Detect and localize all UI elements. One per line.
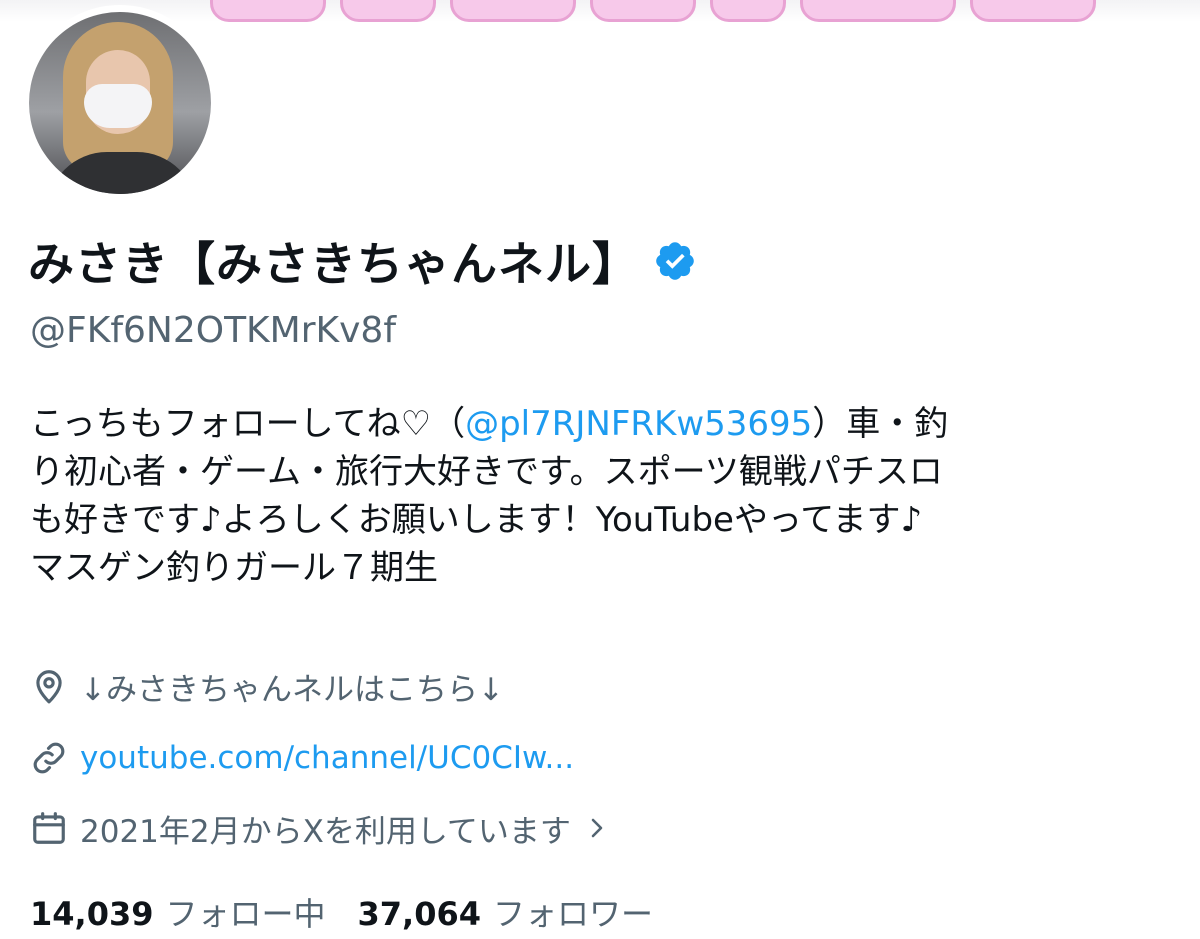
followers-label: フォロワー <box>492 895 653 933</box>
bio-line: こっちもフォローしてね♡（@pl7RJNFRKw53695）車・釣 <box>30 400 1180 448</box>
bio-line: も好きです♪よろしくお願いします！YouTubeやってます♪ <box>30 500 923 540</box>
location-text: ↓みさきちゃんネルはこちら↓ <box>80 671 504 708</box>
link-icon <box>33 742 65 774</box>
bio-text: ）車・釣 <box>812 404 949 444</box>
chevron-right-icon <box>591 818 603 838</box>
following-count: 14,039 <box>30 895 154 933</box>
follow-stats: 14,039 フォロー中 37,064 フォロワー <box>30 888 653 936</box>
followers-count: 37,064 <box>357 895 481 933</box>
bio: こっちもフォローしてね♡（@pl7RJNFRKw53695）車・釣 り初心者・ゲ… <box>30 400 1180 592</box>
website-row: youtube.com/channel/UC0CIw... <box>30 736 574 780</box>
joined-text: 2021年2月からXを利用しています <box>80 813 571 850</box>
joined-row[interactable]: 2021年2月からXを利用しています <box>30 806 609 850</box>
avatar-photo <box>29 12 211 194</box>
following-stat[interactable]: 14,039 フォロー中 <box>30 889 326 935</box>
bio-text: こっちもフォローしてね♡（ <box>30 404 466 444</box>
handle: @FKf6N2OTKMrKv8f <box>30 310 397 351</box>
calendar-icon <box>33 812 65 844</box>
bio-line: マスゲン釣りガール７期生 <box>30 548 438 588</box>
bio-mention-link[interactable]: @pl7RJNFRKw53695 <box>465 404 812 444</box>
profile-banner[interactable] <box>0 0 1200 22</box>
verified-badge-icon[interactable] <box>653 239 697 283</box>
display-name: みさき【みさきちゃんネル】 <box>28 237 639 291</box>
website-link[interactable]: youtube.com/channel/UC0CIw... <box>80 740 574 776</box>
following-label: フォロー中 <box>165 895 326 933</box>
bio-line: り初心者・ゲーム・旅行大好きです。スポーツ観戦パチスロ <box>30 452 943 492</box>
avatar[interactable] <box>22 5 218 201</box>
location-row: ↓みさきちゃんネルはこちら↓ <box>30 664 504 708</box>
location-pin-icon <box>36 670 62 704</box>
name-row: みさき【みさきちゃんネル】 <box>28 230 697 292</box>
followers-stat[interactable]: 37,064 フォロワー <box>358 889 654 935</box>
